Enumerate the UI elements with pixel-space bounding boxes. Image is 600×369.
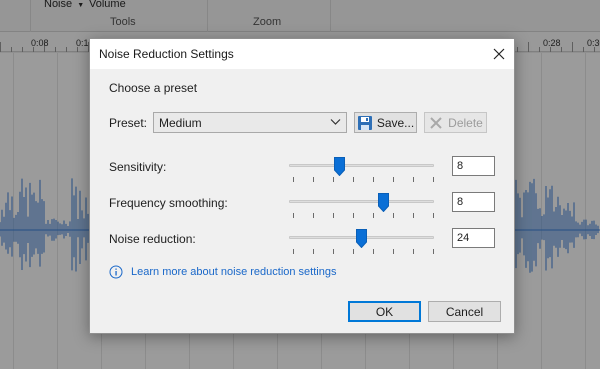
chevron-down-icon [330,119,341,125]
preset-dropdown[interactable]: Medium [153,112,347,133]
sensitivity-slider-ticks [293,177,434,182]
learn-more-text: Learn more about noise reduction setting… [131,266,337,278]
preset-value: Medium [159,116,202,130]
frequency-smoothing-value-input[interactable]: 8 [452,192,495,212]
delete-preset-button[interactable]: Delete [424,112,487,133]
dialog-title: Noise Reduction Settings [99,47,234,61]
close-icon [493,48,505,60]
delete-preset-label: Delete [448,115,483,130]
noise-reduction-value-input[interactable]: 24 [452,228,495,248]
save-icon [357,115,372,130]
frequency-smoothing-label: Frequency smoothing: [109,196,228,210]
noise-reduction-label: Noise reduction: [109,232,196,246]
preset-label: Preset: [109,116,148,130]
save-preset-label: Save... [376,115,415,130]
noise-reduction-dialog: Noise Reduction Settings Choose a preset… [89,38,515,334]
save-preset-button[interactable]: Save... [354,112,417,133]
close-button[interactable] [484,39,514,69]
sensitivity-slider-thumb[interactable] [334,157,346,176]
sensitivity-slider-track[interactable] [289,164,434,167]
section-heading: Choose a preset [109,81,198,95]
delete-icon [430,116,442,129]
learn-more-link[interactable]: Learn more about noise reduction setting… [109,265,336,279]
ok-button[interactable]: OK [348,301,421,322]
sensitivity-label: Sensitivity: [109,160,167,174]
sensitivity-value-input[interactable]: 8 [452,156,495,176]
noise-reduction-slider-thumb[interactable] [356,229,367,248]
frequency-smoothing-slider-ticks [293,213,434,218]
frequency-smoothing-slider-track[interactable] [289,200,434,203]
frequency-smoothing-slider-thumb[interactable] [377,193,389,212]
dialog-titlebar[interactable]: Noise Reduction Settings [90,39,514,69]
noise-reduction-slider-ticks [293,249,434,254]
info-icon [109,265,123,279]
cancel-button[interactable]: Cancel [428,301,501,322]
